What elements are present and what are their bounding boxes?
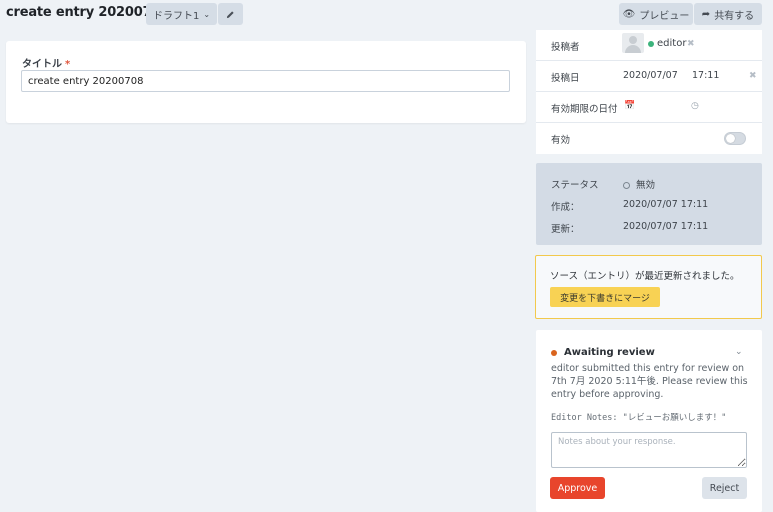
calendar-icon[interactable]: 📅	[624, 101, 635, 111]
author-name: editor	[657, 38, 687, 49]
created-value: 2020/07/07 17:11	[623, 199, 709, 210]
preview-label: プレビュー	[639, 10, 690, 22]
top-bar: create entry 20200708 ドラフト1 ⌄ 👁 プレビュー ➦ …	[0, 0, 773, 30]
author-label: 投稿者	[551, 42, 580, 53]
review-panel: Awaiting review ⌄ editor submitted this …	[536, 330, 762, 512]
date-value[interactable]: 2020/07/07	[623, 70, 678, 81]
required-mark: *	[65, 59, 71, 70]
expiry-row: 有効期限の日付 📅 ◷	[536, 92, 762, 123]
review-status-dot	[551, 350, 557, 356]
edit-button[interactable]	[218, 3, 243, 25]
title-card: タイトル *	[6, 41, 526, 123]
status-label: ステータス	[551, 180, 599, 191]
review-description: editor submitted this entry for review o…	[551, 363, 748, 400]
clear-date-icon[interactable]: ✖	[749, 71, 757, 81]
circle-outline-icon	[623, 182, 630, 189]
share-label: 共有する	[714, 10, 755, 22]
updated-value: 2020/07/07 17:11	[623, 221, 709, 232]
title-field-label: タイトル *	[22, 55, 70, 70]
merge-to-draft-button[interactable]: 変更を下書きにマージ	[550, 287, 660, 307]
response-notes-input[interactable]	[551, 432, 747, 468]
date-label: 投稿日	[551, 73, 580, 84]
draft-label: ドラフト1	[152, 10, 200, 22]
pencil-icon	[226, 10, 234, 18]
title-input[interactable]	[21, 70, 510, 92]
expiry-label: 有効期限の日付	[551, 104, 618, 115]
page-title: create entry 20200708	[6, 5, 170, 20]
author-status-dot	[648, 41, 654, 47]
share-arrow-icon: ➦	[701, 8, 711, 20]
chevron-down-icon: ⌄	[203, 9, 211, 19]
status-value-wrap: 無効	[623, 177, 655, 191]
title-label-text: タイトル	[22, 59, 62, 70]
reject-button[interactable]: Reject	[702, 477, 747, 499]
meta-panel: 投稿者 editor ✖ 投稿日 2020/07/07 17:11 ✖ 有効期限…	[536, 30, 762, 154]
editor-notes: Editor Notes: "レビューお願いします！"	[551, 413, 727, 423]
notice-text: ソース（エントリ）が最近更新されました。	[550, 271, 740, 282]
share-button[interactable]: ➦ 共有する	[694, 3, 762, 25]
time-value[interactable]: 17:11	[692, 70, 719, 81]
enabled-row: 有効	[536, 123, 762, 154]
remove-author-icon[interactable]: ✖	[687, 39, 695, 49]
source-updated-notice: ソース（エントリ）が最近更新されました。 変更を下書きにマージ	[535, 255, 762, 319]
chevron-down-icon[interactable]: ⌄	[735, 347, 743, 357]
updated-label: 更新：	[551, 224, 580, 235]
author-row: 投稿者 editor ✖	[536, 30, 762, 61]
created-label: 作成：	[551, 202, 580, 213]
enabled-label: 有効	[551, 135, 571, 146]
date-row: 投稿日 2020/07/07 17:11 ✖	[536, 61, 762, 92]
review-title: Awaiting review	[564, 347, 655, 358]
status-value: 無効	[636, 180, 656, 191]
preview-button[interactable]: 👁 プレビュー	[619, 3, 693, 25]
draft-select-button[interactable]: ドラフト1 ⌄	[146, 3, 217, 25]
status-panel: ステータス 無効 作成： 2020/07/07 17:11 更新： 2020/0…	[536, 163, 762, 245]
approve-button[interactable]: Approve	[550, 477, 605, 499]
avatar	[622, 33, 644, 53]
clock-icon[interactable]: ◷	[691, 101, 699, 111]
enabled-toggle[interactable]	[724, 132, 746, 145]
eye-icon: 👁	[622, 8, 636, 20]
